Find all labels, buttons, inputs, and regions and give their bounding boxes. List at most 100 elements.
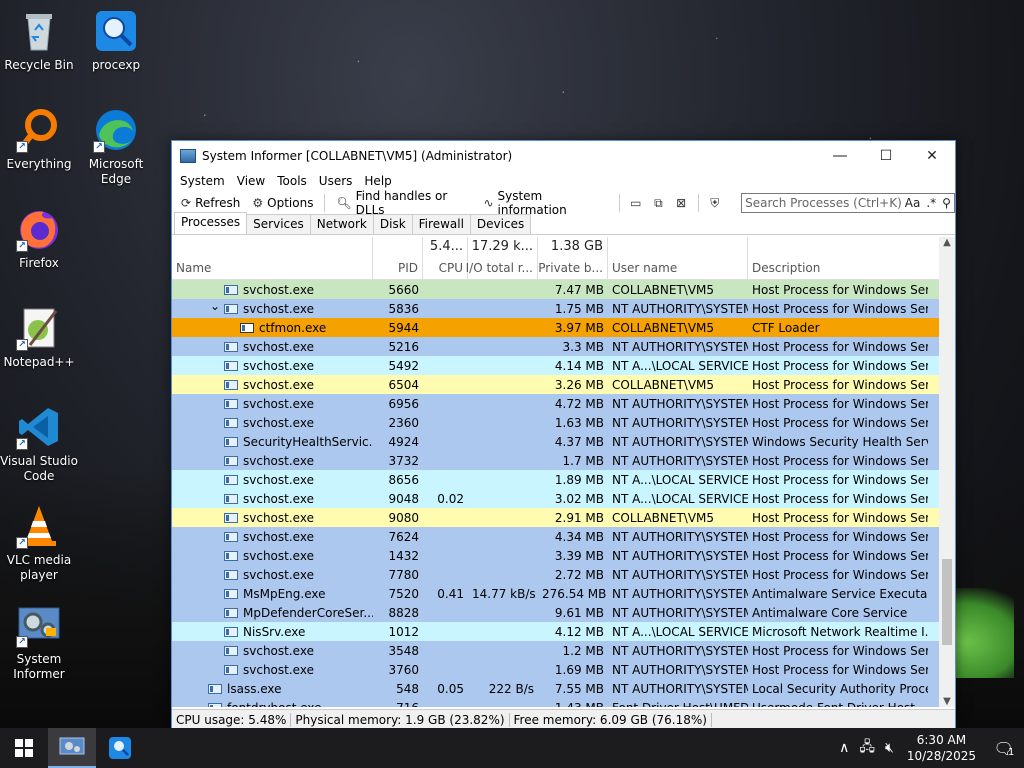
tab-network[interactable]: Network <box>309 214 374 234</box>
table-row[interactable]: svchost.exe 7624 4.34 MB NT AUTHORITY\SYSTE… <box>172 527 942 546</box>
table-row[interactable]: svchost.exe 3732 1.7 MB NT AUTHORITY\SYSTEM… <box>172 451 942 470</box>
scrollbar-thumb[interactable] <box>942 559 952 645</box>
minimize-button[interactable]: ― <box>817 141 863 171</box>
process-pid: 1432 <box>388 548 419 563</box>
table-row[interactable]: fontdrvhost.exe716 1.43 MBFont Driver Hos… <box>172 698 942 707</box>
desktop-icon-vlc[interactable]: ↗ VLC media player <box>0 503 78 583</box>
menu-tools[interactable]: Tools <box>271 174 313 188</box>
vscode-icon: ↗ <box>16 404 62 450</box>
table-row[interactable]: MpDefenderCoreSer... 8828 9.61 MB NT AUTHOR… <box>172 603 942 622</box>
table-row[interactable]: SecurityHealthServic... 4924 4.37 MB NT AUT… <box>172 432 942 451</box>
table-row[interactable]: svchost.exe 8656 1.89 MB NT A...\LOCAL SERV… <box>172 470 942 489</box>
desktop-icon-firefox[interactable]: ↗ Firefox <box>0 206 78 271</box>
process-name: MpDefenderCoreSer... <box>172 606 373 620</box>
table-row[interactable]: svchost.exe 7780 2.72 MB NT AUTHORITY\SYSTE… <box>172 565 942 584</box>
network-icon[interactable]: 🖧︎ <box>854 736 880 760</box>
tab-processes[interactable]: Processes <box>174 212 248 234</box>
menu-system[interactable]: System <box>174 174 231 188</box>
match-case-toggle[interactable]: Aa <box>902 196 924 210</box>
desktop-icon-edge[interactable]: ↗ Microsoft Edge <box>77 107 155 187</box>
menu-users[interactable]: Users <box>313 174 359 188</box>
vertical-scrollbar[interactable]: ▲ ▼ <box>939 237 955 707</box>
menu-view[interactable]: View <box>231 174 271 188</box>
process-user: NT AUTHORITY\SYSTEM <box>612 605 748 620</box>
column-user-name[interactable]: User name <box>608 237 748 279</box>
desktop-icon-system-informer[interactable]: ↗ System Informer <box>0 602 78 682</box>
process-icon <box>224 493 238 504</box>
column-private-bytes[interactable]: 1.38 GB Private b... <box>538 237 608 279</box>
table-row[interactable]: lsass.exe 548 0.05 222 B/s 7.55 MB NT AUTHORI… <box>172 679 942 698</box>
volume-muted-icon[interactable]: 🔇︎ <box>880 740 899 756</box>
column-io[interactable]: 17.29 k... I/O total r... <box>466 237 538 279</box>
column-description[interactable]: Description <box>748 237 928 279</box>
tab-firewall[interactable]: Firewall <box>411 214 471 234</box>
process-description: Host Process for Windows Ser... <box>752 339 928 354</box>
column-name[interactable]: Name <box>172 237 373 279</box>
table-row[interactable]: svchost.exe 5660 7.47 MB COLLABNET\VM5 Host … <box>172 280 942 299</box>
table-row[interactable]: svchost.exe 3760 1.69 MB NT AUTHORITY\SYSTE… <box>172 660 942 679</box>
window-icon[interactable]: ▭ <box>625 192 646 214</box>
table-row[interactable]: NisSrv.exe 1012 4.12 MB NT A...\LOCAL SERVI… <box>172 622 942 641</box>
scroll-down-icon[interactable]: ▼ <box>939 696 955 707</box>
taskbar-procexp[interactable] <box>96 728 144 768</box>
menu-help[interactable]: Help <box>358 174 397 188</box>
pulse-icon: ∿ <box>483 196 494 210</box>
system-information-button[interactable]: ∿ System information <box>478 189 612 217</box>
table-row[interactable]: ⌄ svchost.exe 5836 1.75 MB NT AUTHORITY\SYST… <box>172 299 942 318</box>
process-pid: 7624 <box>388 529 419 544</box>
process-user: NT A...\LOCAL SERVICE <box>612 491 748 506</box>
column-pid[interactable]: PID <box>373 237 423 279</box>
find-handles-button[interactable]: 🔍︎ Find handles or DLLs <box>331 189 476 217</box>
desktop-icon-notepadpp[interactable]: ↗ Notepad++ <box>0 305 78 370</box>
process-description: Host Process for Windows Ser... <box>752 301 928 316</box>
search-input[interactable]: Search Processes (Ctrl+K) Aa .* ⚲ <box>741 193 955 213</box>
column-cpu[interactable]: 5.4... CPU <box>423 237 468 279</box>
search-placeholder: Search Processes (Ctrl+K) <box>745 196 902 210</box>
terminate-icon[interactable]: ⊠ <box>671 192 692 214</box>
shortcut-arrow-icon: ↗ <box>16 636 28 648</box>
process-description: Windows Security Health Serv... <box>752 434 928 449</box>
tab-disk[interactable]: Disk <box>372 214 413 234</box>
table-row[interactable]: svchost.exe 2360 1.63 MB NT AUTHORITY\SYSTE… <box>172 413 942 432</box>
desktop-icon-recycle-bin[interactable]: Recycle Bin <box>0 8 78 73</box>
desktop-icon-vscode[interactable]: ↗ Visual Studio Code <box>0 404 78 484</box>
notifications-button[interactable]: 🗨︎ 1 <box>984 739 1024 758</box>
chevron-up-icon[interactable]: ∧ <box>834 740 854 756</box>
title-bar[interactable]: System Informer [COLLABNET\VM5] (Adminis… <box>172 141 955 171</box>
table-row[interactable]: svchost.exe 5216 3.3 MB NT AUTHORITY\SYSTEM… <box>172 337 942 356</box>
table-row[interactable]: ctfmon.exe 5944 3.97 MB COLLABNET\VM5 CTF Lo… <box>172 318 942 337</box>
start-button[interactable] <box>0 728 48 768</box>
process-private-bytes: 4.34 MB <box>554 529 604 544</box>
desktop-icon-everything[interactable]: ↗ Everything <box>0 107 78 172</box>
process-icon <box>224 284 238 295</box>
options-button[interactable]: ⚙ Options <box>247 192 318 214</box>
process-description: Antimalware Service Executable <box>752 586 928 601</box>
table-row[interactable]: svchost.exe 6504 3.26 MB COLLABNET\VM5 Host … <box>172 375 942 394</box>
notepad-icon <box>240 322 254 333</box>
tab-services[interactable]: Services <box>246 214 311 234</box>
shortcut-arrow-icon: ↗ <box>16 438 28 450</box>
table-row[interactable]: svchost.exe 1432 3.39 MB NT AUTHORITY\SYSTE… <box>172 546 942 565</box>
scroll-up-icon[interactable]: ▲ <box>939 237 955 248</box>
find-window-icon[interactable]: ⧉ <box>648 192 669 214</box>
table-row[interactable]: svchost.exe 9080 2.91 MB COLLABNET\VM5 Host … <box>172 508 942 527</box>
table-row[interactable]: svchost.exe 3548 1.2 MB NT AUTHORITY\SYSTEM… <box>172 641 942 660</box>
clock[interactable]: 6:30 AM 10/28/2025 <box>899 732 984 764</box>
search-icon[interactable]: ⚲ <box>939 196 954 210</box>
table-row[interactable]: svchost.exe 9048 0.02 3.02 MB NT A...\LOCAL … <box>172 489 942 508</box>
maximize-button[interactable]: ☐ <box>863 141 909 171</box>
desktop-icon-procexp[interactable]: procexp <box>77 8 155 73</box>
tab-devices[interactable]: Devices <box>469 214 532 234</box>
process-pid: 7780 <box>388 567 419 582</box>
taskbar-system-informer[interactable] <box>48 728 96 768</box>
regex-toggle[interactable]: .* <box>923 196 939 210</box>
close-button[interactable]: ✕ <box>909 141 955 171</box>
table-row[interactable]: svchost.exe 5492 4.14 MB NT A...\LOCAL SERV… <box>172 356 942 375</box>
table-row[interactable]: svchost.exe 6956 4.72 MB NT AUTHORITY\SYSTE… <box>172 394 942 413</box>
shield-icon[interactable]: ⛨ <box>704 192 725 214</box>
refresh-button[interactable]: ⟳ Refresh <box>176 192 245 214</box>
expand-chevron-icon[interactable]: ⌄ <box>210 302 220 313</box>
desktop-icon-label: Visual Studio Code <box>0 454 78 483</box>
table-row[interactable]: MsMpEng.exe 7520 0.41 14.77 kB/s 276.54 MB NT… <box>172 584 942 603</box>
process-description: Host Process for Windows Ser... <box>752 510 928 525</box>
